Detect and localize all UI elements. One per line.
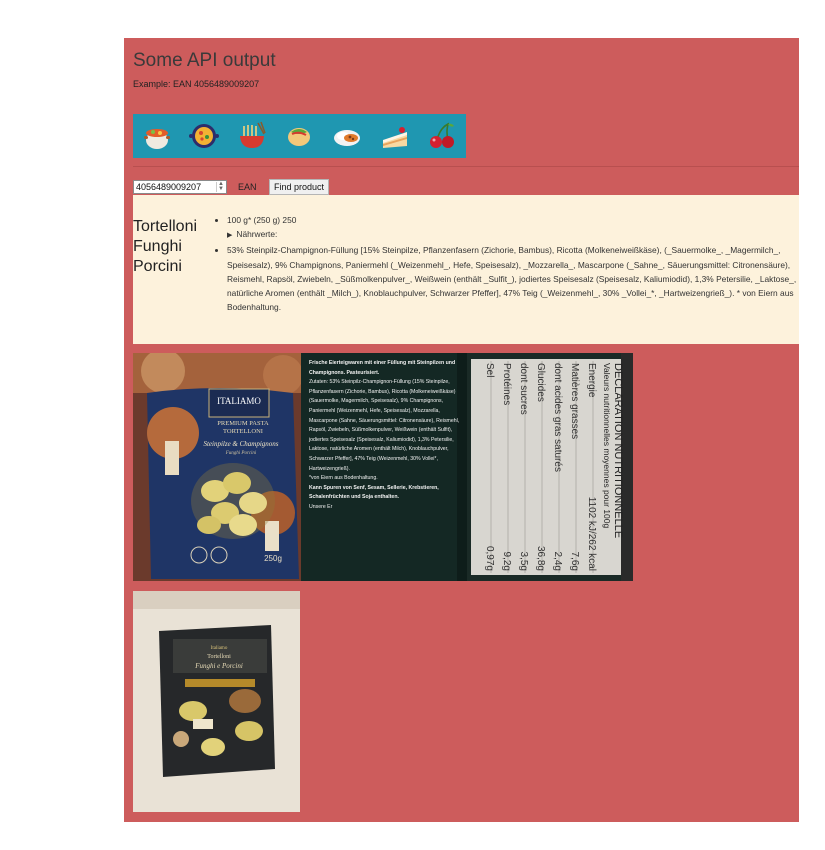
- brand-logo-text: ITALIAMO: [217, 396, 261, 406]
- ingredients-photo-text: Frische Eierteigwaren mit einer Füllung …: [309, 359, 465, 513]
- divider: [133, 166, 799, 167]
- nutrition-row-label: dont sucres: [518, 363, 529, 415]
- paella-pan-icon: [187, 119, 221, 153]
- spinner-icon[interactable]: ▲ ▼: [216, 181, 225, 192]
- ingredients-photo-zutaten: Zutaten: 53% Steinpilz-Champignon-Füllun…: [309, 379, 460, 472]
- ingredients-photo-traces: Kann Spuren von Senf, Sesam, Sellerie, K…: [309, 484, 439, 501]
- curry-rice-icon: [330, 119, 364, 153]
- nutrition-summary-toggle[interactable]: ▶ Nährwerte:: [227, 227, 807, 243]
- product-name: Tortelloni Funghi Porcini: [133, 218, 198, 275]
- food-icon-strip: [133, 114, 466, 158]
- nutrition-heading: DECLARATION NUTRITIONNELLE: [612, 363, 624, 538]
- nutrition-row-value: 2,4g: [552, 552, 563, 571]
- nutrition-row-value: 9,2g: [501, 552, 512, 571]
- ingredients-photo-note: *von Eiern aus Bodenhaltung.: [309, 475, 378, 482]
- front-product-text: TORTELLONI: [223, 428, 263, 435]
- product-details: 100 g* (250 g) 250 ▶Nährwerte: 53% Stein…: [213, 213, 807, 314]
- ean-input[interactable]: 4056489009207 ▲ ▼: [133, 180, 227, 194]
- pack-brand-text: Italiamo: [211, 646, 228, 651]
- nutrition-row-label: Energie: [586, 363, 597, 398]
- page-title: Some API output: [133, 50, 276, 71]
- product-front-photo: ITALIAMO PREMIUM PASTA TORTELLONI Steinp…: [133, 353, 301, 581]
- nutrition-row-value: 36,8g: [535, 546, 546, 571]
- nutrition-row-label: Protéines: [501, 363, 512, 405]
- cake-slice-icon: [378, 119, 412, 153]
- nutrition-row-value: 3,5g: [518, 552, 529, 571]
- ingredients-item: 53% Steinpilz-Champignon-Füllung [15% St…: [227, 243, 807, 314]
- quantity-text: 100 g* (250 g) 250: [227, 215, 297, 225]
- page-subtitle: Example: EAN 4056489009207: [133, 79, 260, 89]
- pot-of-food-icon: [140, 119, 174, 153]
- ingredients-photo: Frische Eierteigwaren mit einer Füllung …: [301, 353, 467, 581]
- product-card: Tortelloni Funghi Porcini 100 g* (250 g)…: [133, 195, 799, 344]
- ingredients-photo-tail: Unsere Er: [309, 503, 333, 510]
- nutrition-subheading: Valeurs nutritionnelles moyennes pour 10…: [602, 363, 612, 528]
- ean-input-value: 4056489009207: [136, 182, 202, 192]
- noodle-bowl-icon: [235, 119, 269, 153]
- pack-variety-text: Funghi e Porcini: [194, 662, 243, 670]
- nutrition-summary-label: Nährwerte:: [236, 229, 278, 240]
- nutrition-row-label: Matières grasses: [569, 363, 580, 439]
- pack-product-text: Tortelloni: [207, 654, 231, 660]
- nutrition-row-value: 0,97g: [484, 546, 495, 571]
- nutrition-row-value: 1102 kJ/262 kcal: [586, 497, 597, 571]
- find-product-button[interactable]: Find product: [269, 179, 330, 195]
- nutrition-photo: DECLARATION NUTRITIONNELLE Valeurs nutri…: [467, 353, 633, 581]
- package-photo: Italiamo Tortelloni Funghi e Porcini: [133, 591, 300, 812]
- cherries-icon: [425, 119, 459, 153]
- ean-type-label: EAN: [238, 182, 257, 192]
- front-variety-it-text: Funghi Porcini: [225, 451, 257, 456]
- front-weight-text: 250g: [264, 554, 282, 563]
- burrito-icon: [282, 119, 316, 153]
- nutrition-row-value: 7,6g: [569, 552, 580, 571]
- api-output-panel: Some API output Example: EAN 40564890092…: [124, 38, 799, 822]
- ingredients-photo-intro: Frische Eierteigwaren mit einer Füllung …: [309, 360, 456, 376]
- quantity-item: 100 g* (250 g) 250 ▶Nährwerte:: [227, 213, 807, 243]
- nutrition-row-label: Sel: [484, 363, 495, 377]
- disclosure-triangle-icon: ▶: [227, 232, 233, 240]
- front-line-text: PREMIUM PASTA: [217, 420, 269, 427]
- nutrition-row-label: dont acides gras saturés: [552, 363, 563, 472]
- nutrition-row-label: Glucides: [535, 363, 546, 402]
- front-variety-text: Steinpilze & Champignons: [203, 440, 278, 448]
